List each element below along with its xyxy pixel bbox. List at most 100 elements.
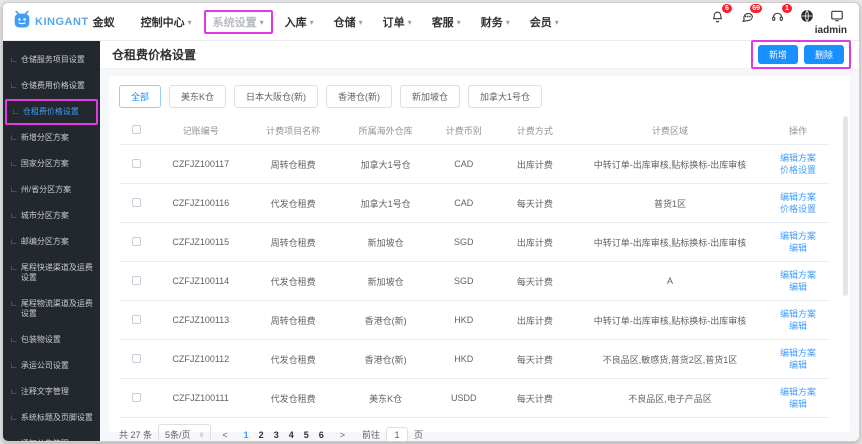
row-checkbox[interactable]	[132, 197, 142, 207]
nav-item[interactable]: 客服 ▾	[424, 11, 469, 33]
operation-link[interactable]: 编辑方案	[769, 269, 827, 281]
nav-item[interactable]: 订单 ▾	[375, 11, 420, 33]
sidebar-item[interactable]: ∟ 州/省分区方案	[3, 177, 100, 203]
cell-warehouse: 香港仓(新)	[339, 339, 432, 379]
operation-link[interactable]: 价格设置	[769, 203, 827, 215]
sidebar-item[interactable]: ∟ 新增分区方案	[3, 125, 100, 151]
globe-icon[interactable]	[799, 8, 815, 24]
row-checkbox[interactable]	[132, 314, 142, 324]
add-button[interactable]: 新增	[757, 45, 798, 64]
monitor-icon[interactable]	[829, 8, 845, 24]
sidebar-item[interactable]: ∟ 注释文字管理	[3, 379, 100, 405]
operation-link[interactable]: 编辑	[769, 320, 827, 332]
cell-billing-item: 周转仓租费	[246, 144, 340, 184]
cell-account-id: CZFJZ100115	[154, 222, 247, 262]
cell-billing-item: 周转仓租费	[246, 300, 340, 340]
page-number[interactable]: 1	[239, 428, 254, 442]
sidebar-item[interactable]: ∟ 国家分区方案	[3, 151, 100, 177]
next-page-button[interactable]: >	[335, 428, 350, 442]
sidebar-item[interactable]: ∟通知公告管理	[3, 431, 100, 441]
sidebar-item[interactable]: ∟ 承运公司设置	[3, 353, 100, 379]
sidebar-item-label: 州/省分区方案	[20, 185, 72, 194]
nav-item-label: 客服	[431, 17, 454, 29]
page-number[interactable]: 4	[284, 428, 299, 442]
headset-icon[interactable]: 1	[769, 4, 792, 24]
operation-link[interactable]: 编辑方案	[769, 230, 827, 242]
nav-item[interactable]: 入库 ▾	[277, 11, 322, 33]
row-checkbox[interactable]	[132, 236, 142, 246]
operation-link[interactable]: 编辑	[769, 242, 827, 254]
tree-branch-icon: ∟	[10, 81, 18, 90]
delete-button[interactable]: 删除	[803, 45, 844, 64]
chevron-down-icon: ▾	[456, 17, 461, 27]
filter-tab[interactable]: 加拿大1号仓	[468, 85, 543, 108]
operation-link[interactable]: 编辑方案	[769, 386, 827, 398]
tree-branch-icon: ∟	[10, 185, 18, 194]
tree-branch-icon: ∟	[10, 55, 18, 64]
goto-page-input[interactable]	[386, 426, 409, 441]
table-row: CZFJZ100114 代发仓租费 新加坡仓 SGD 每天计费 A 编辑方案 编辑	[119, 261, 830, 301]
sidebar-item[interactable]: ∟ 邮编分区方案	[3, 229, 100, 255]
row-checkbox[interactable]	[132, 392, 142, 402]
table-row: CZFJZ100115 周转仓租费 新加坡仓 SGD 出库计费 中转订单-出库审核,贴标换…	[119, 222, 830, 262]
filter-tab[interactable]: 香港仓(新)	[326, 85, 393, 108]
scrollbar[interactable]	[843, 116, 848, 296]
bell-icon[interactable]: 6	[709, 4, 732, 24]
nav-item[interactable]: 控制中心 ▾	[133, 11, 200, 33]
operation-link[interactable]: 编辑	[769, 281, 827, 293]
nav-item[interactable]: 仓储 ▾	[326, 11, 371, 33]
sidebar-item[interactable]: ∟ 城市分区方案	[3, 203, 100, 229]
sidebar-item[interactable]: ∟ 包装物设置	[3, 327, 100, 353]
column-header: 操作	[765, 117, 830, 145]
filter-tab[interactable]: 日本大阪仓(新)	[234, 85, 319, 108]
page-number[interactable]: 5	[299, 428, 314, 442]
cell-account-id: CZFJZ100114	[154, 261, 247, 301]
sidebar-item[interactable]: ∟ 系统标题及页脚设置	[3, 405, 100, 431]
row-checkbox[interactable]	[132, 158, 142, 168]
cell-billing-method: 每天计费	[495, 261, 574, 301]
row-checkbox[interactable]	[132, 353, 142, 363]
sidebar-item[interactable]: ∟ 尾程快递渠道及运费设置	[3, 255, 100, 291]
chevron-down-icon: ∨	[198, 430, 205, 439]
nav-item[interactable]: 财务 ▾	[473, 11, 518, 33]
sidebar-item[interactable]: ∟ 仓储服务项目设置	[3, 47, 100, 73]
cell-billing-item: 代发仓租费	[246, 183, 340, 223]
operation-link[interactable]: 编辑	[769, 398, 827, 410]
column-header: 记账编号	[154, 117, 247, 145]
sidebar-item-label: 承运公司设置	[20, 361, 69, 370]
select-all-checkbox[interactable]	[132, 125, 142, 134]
nav-item-label: 控制中心	[140, 17, 185, 29]
operation-link[interactable]: 编辑方案	[769, 152, 827, 164]
page-number[interactable]: 2	[254, 428, 269, 442]
cell-operations: 编辑方案 编辑	[765, 300, 830, 340]
chat-icon[interactable]: 69	[739, 4, 762, 24]
table-row: CZFJZ100111 代发仓租费 美东K仓 USDD 每天计费 不良品区,电子产品区 编辑…	[119, 378, 830, 418]
row-checkbox[interactable]	[132, 275, 142, 285]
sidebar-item[interactable]: ∟ 仓租费价格设置	[5, 99, 98, 125]
nav-item[interactable]: 系统设置 ▾	[203, 10, 273, 34]
operation-link[interactable]: 编辑	[769, 359, 827, 371]
cell-account-id: CZFJZ100111	[154, 378, 247, 418]
cell-operations: 编辑方案 价格设置	[765, 183, 830, 223]
tree-branch-icon: ∟	[10, 335, 18, 344]
filter-tab[interactable]: 全部	[119, 85, 162, 108]
sidebar-item-label: 仓租费价格设置	[22, 107, 79, 116]
prev-page-button[interactable]: <	[217, 428, 232, 442]
filter-tab[interactable]: 新加坡仓	[400, 85, 461, 108]
operation-link[interactable]: 编辑方案	[769, 347, 827, 359]
nav-item[interactable]: 会员 ▾	[522, 11, 567, 33]
filter-tab[interactable]: 美东K仓	[169, 85, 227, 108]
page-number[interactable]: 3	[269, 428, 284, 442]
chevron-down-icon: ▾	[187, 17, 192, 27]
operation-link[interactable]: 价格设置	[769, 164, 827, 176]
tree-branch-icon: ∟	[12, 107, 20, 116]
cell-billing-method: 出库计费	[495, 222, 574, 262]
sidebar-item[interactable]: ∟ 仓储费用价格设置	[3, 73, 100, 99]
cell-warehouse: 新加坡仓	[339, 222, 432, 262]
operation-link[interactable]: 编辑方案	[769, 308, 827, 320]
page-titlebar: 仓租费价格设置 新增 删除	[100, 40, 859, 69]
page-number[interactable]: 6	[314, 428, 329, 442]
sidebar-item[interactable]: ∟ 尾程物流渠道及运费设置	[3, 291, 100, 327]
operation-link[interactable]: 编辑方案	[769, 191, 827, 203]
page-size-select[interactable]: 5条/页 ∨	[158, 424, 212, 441]
